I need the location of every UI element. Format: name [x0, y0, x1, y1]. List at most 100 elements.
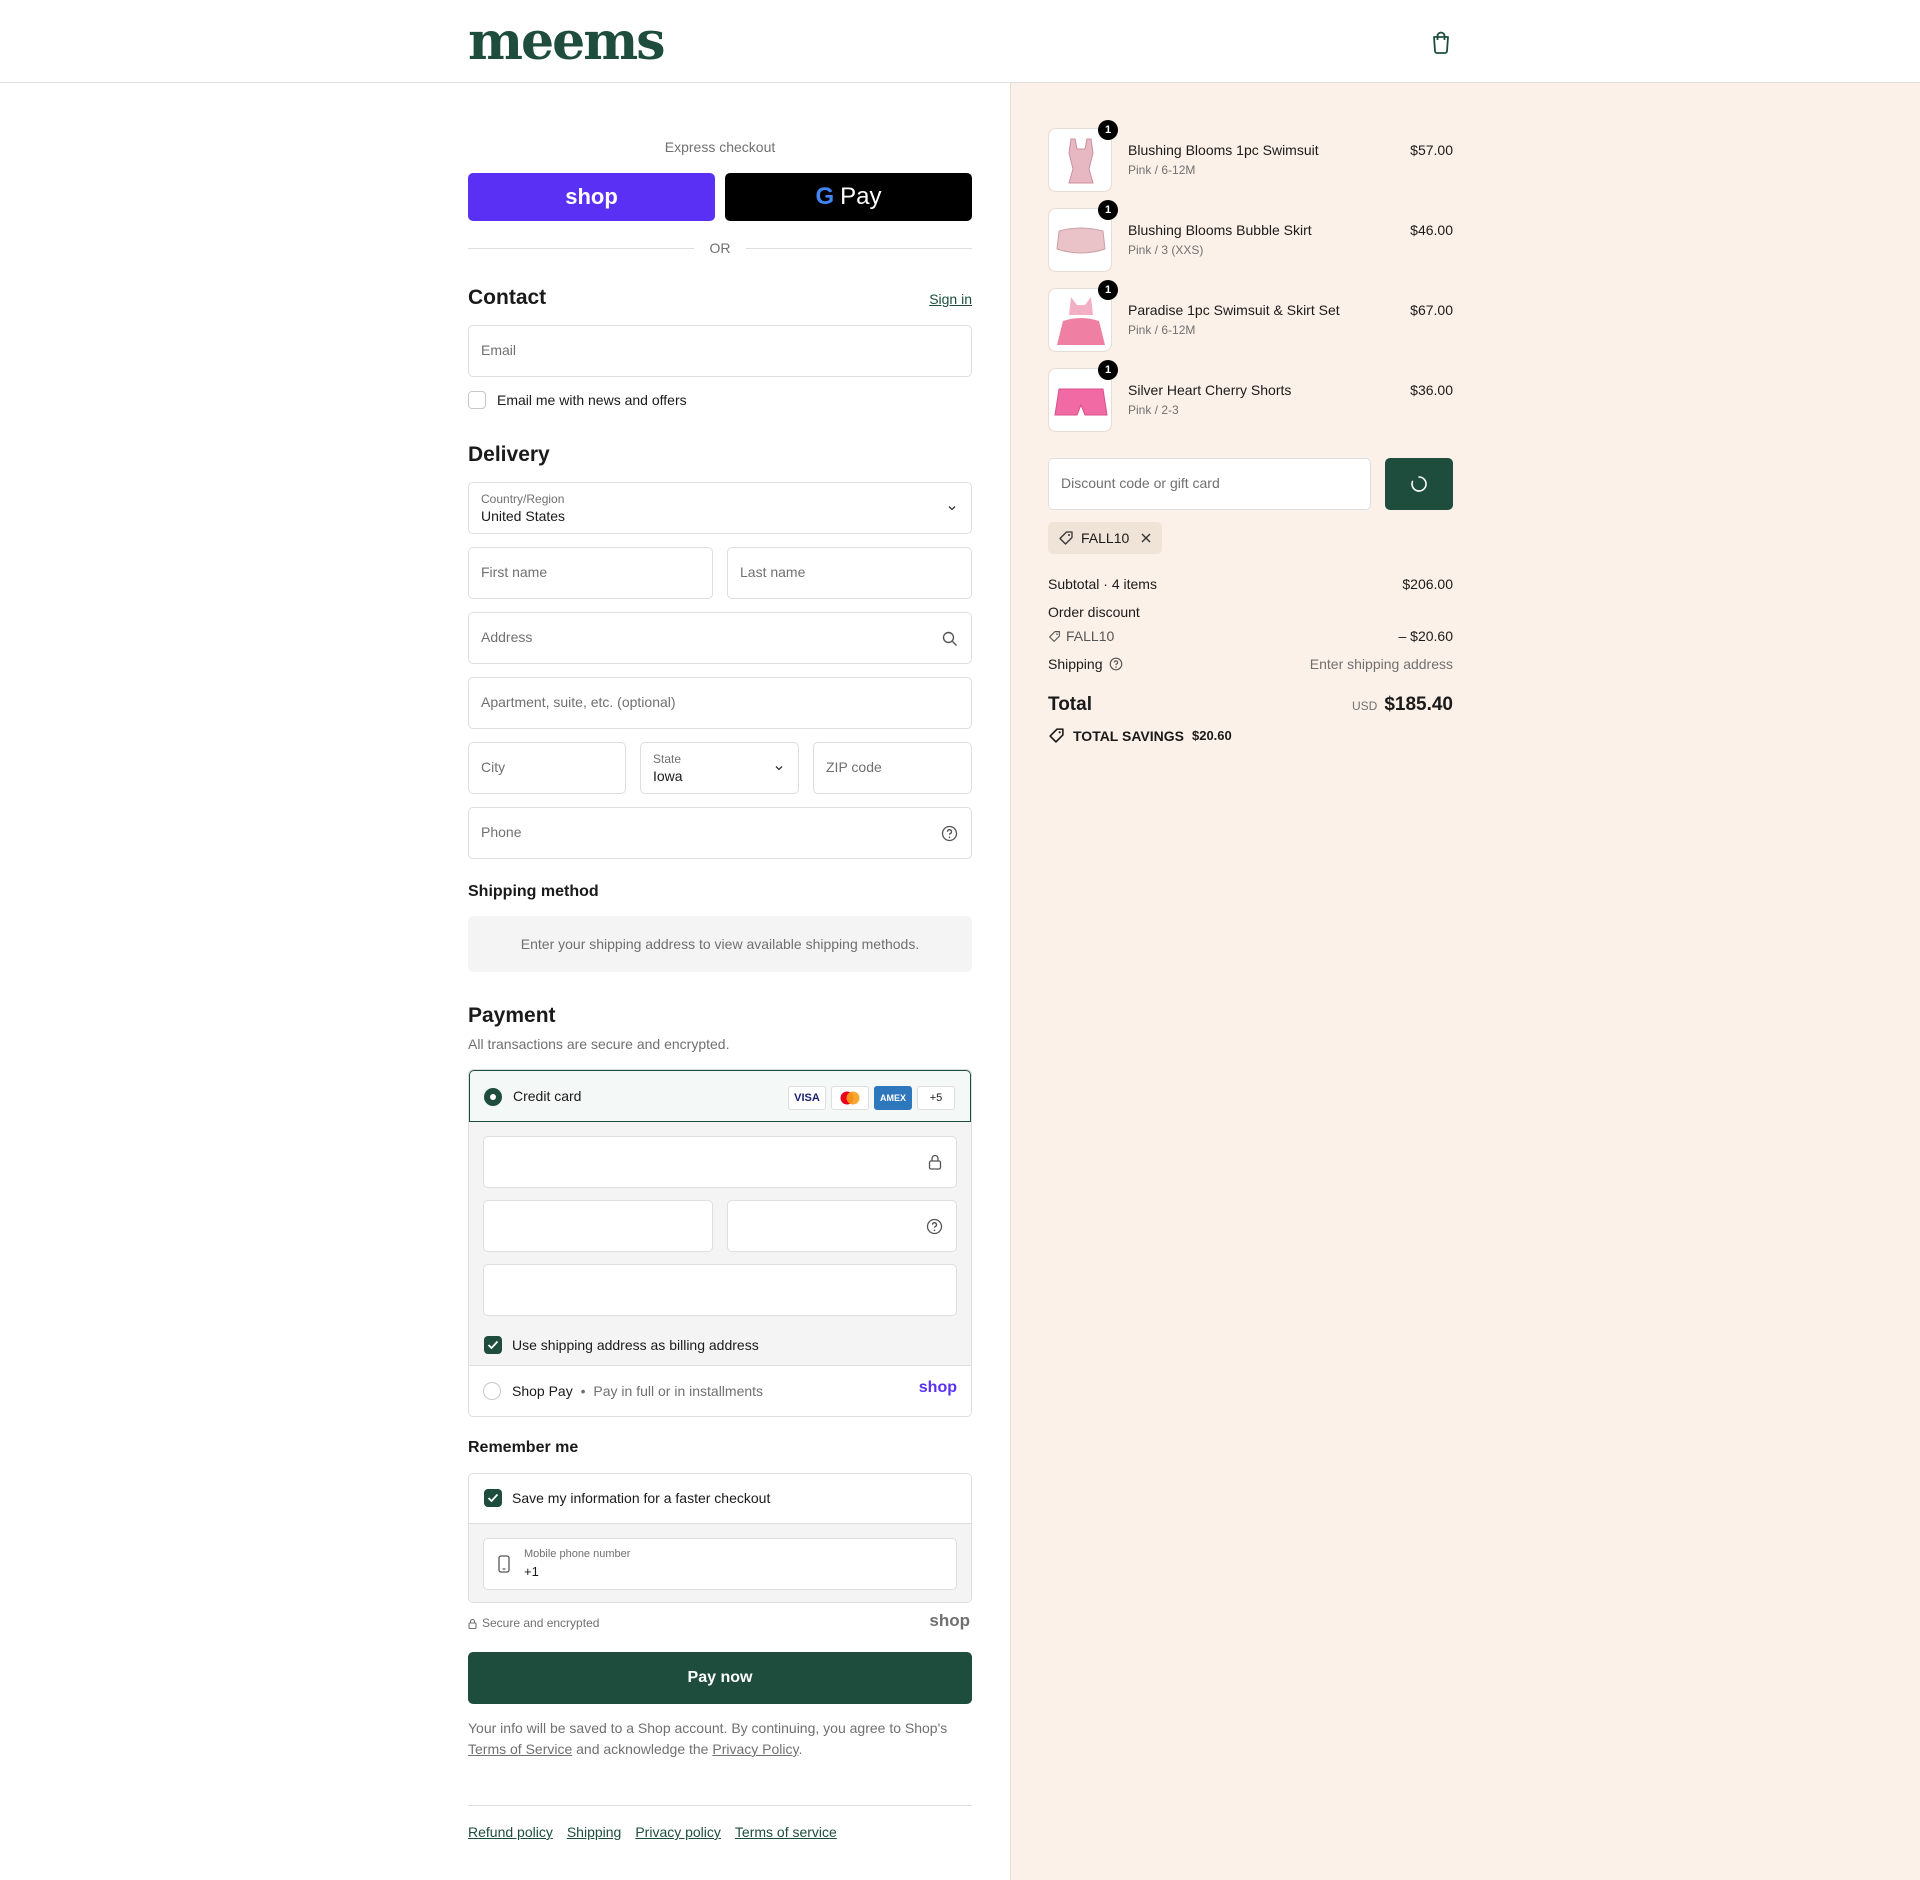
billing-same-checkbox[interactable] — [484, 1336, 502, 1354]
expiry-field[interactable] — [483, 1200, 713, 1252]
mobile-phone-label: Mobile phone number — [524, 1548, 631, 1560]
item-name: Blushing Blooms 1pc Swimsuit — [1128, 142, 1319, 158]
terms-of-service-link[interactable]: Terms of service — [735, 1824, 837, 1840]
shop-pay-separator: • — [580, 1383, 586, 1399]
state-select[interactable]: State Iowa — [640, 742, 799, 794]
credit-card-option[interactable]: Credit card VISA AMEX +5 — [469, 1070, 971, 1122]
mobile-phone-field[interactable]: Mobile phone number +1 — [483, 1538, 957, 1590]
discount-placeholder: Discount code or gift card — [1061, 475, 1220, 491]
payment-subtitle: All transactions are secure and encrypte… — [468, 1036, 730, 1052]
help-icon[interactable] — [926, 1218, 943, 1235]
shipping-value: Enter shipping address — [1309, 656, 1453, 672]
first-name-field[interactable]: First name — [468, 547, 713, 599]
shop-pay-logo: shop — [918, 1379, 957, 1396]
footer-links: Refund policy Shipping Privacy policy Te… — [468, 1824, 837, 1840]
address-field[interactable]: Address — [468, 612, 972, 664]
shipping-method-notice: Enter your shipping address to view avai… — [468, 916, 972, 972]
shop-pay-express-button[interactable]: shop — [468, 173, 715, 221]
applied-discount-code: FALL10 — [1081, 530, 1130, 546]
order-discount-label: Order discount — [1048, 604, 1140, 620]
shop-pay-radio[interactable] — [483, 1382, 501, 1400]
or-divider: OR — [468, 238, 972, 258]
loading-spinner-icon — [1411, 476, 1427, 492]
zip-placeholder: ZIP code — [826, 759, 882, 775]
lock-icon — [468, 1618, 477, 1629]
tag-icon — [1049, 630, 1060, 642]
phone-field[interactable]: Phone — [468, 807, 972, 859]
country-label: Country/Region — [481, 492, 565, 506]
shop-privacy-link[interactable]: Privacy Policy — [712, 1741, 798, 1757]
total-label: Total — [1048, 694, 1092, 715]
shipping-policy-link[interactable]: Shipping — [567, 1824, 622, 1840]
city-field[interactable]: City — [468, 742, 626, 794]
card-number-field[interactable] — [483, 1136, 957, 1188]
item-price: $67.00 — [1410, 302, 1453, 318]
shipping-label: Shipping — [1048, 656, 1103, 672]
help-icon[interactable] — [1109, 657, 1123, 671]
country-value: United States — [481, 508, 566, 524]
item-price: $36.00 — [1410, 382, 1453, 398]
express-checkout-title: Express checkout — [664, 139, 776, 155]
privacy-policy-link[interactable]: Privacy policy — [635, 1824, 721, 1840]
chevron-down-icon — [775, 766, 783, 771]
store-logo[interactable]: meems — [468, 14, 665, 70]
total-savings-label: TOTAL SAVINGS — [1073, 727, 1184, 744]
item-name: Blushing Blooms Bubble Skirt — [1128, 222, 1312, 238]
phone-placeholder: Phone — [481, 824, 522, 840]
country-select[interactable]: Country/Region United States — [468, 482, 972, 534]
first-name-placeholder: First name — [481, 564, 548, 580]
legal-end: . — [798, 1741, 803, 1757]
legal-text-2: and acknowledge the — [576, 1741, 709, 1757]
google-pay-button[interactable]: G Pay — [725, 173, 972, 221]
credit-card-radio[interactable] — [484, 1088, 502, 1106]
close-icon[interactable] — [1140, 532, 1152, 544]
total-value: $185.40 — [1384, 694, 1453, 715]
applied-discount-tag: FALL10 — [1048, 522, 1163, 554]
zip-field[interactable]: ZIP code — [813, 742, 972, 794]
shop-pay-label: shop — [565, 184, 618, 209]
order-discount-code-row: FALL10 – $20.60 — [1048, 628, 1453, 646]
or-text: OR — [709, 240, 731, 256]
city-placeholder: City — [481, 759, 506, 775]
last-name-field[interactable]: Last name — [727, 547, 972, 599]
email-field[interactable]: Email — [468, 325, 972, 377]
footer-divider — [468, 1805, 972, 1806]
item-variant: Pink / 2-3 — [1128, 403, 1179, 417]
apply-discount-button[interactable] — [1385, 458, 1453, 510]
google-pay-label: Pay — [840, 183, 882, 210]
shop-terms-link[interactable]: Terms of Service — [468, 1741, 572, 1757]
pay-now-button[interactable]: Pay now — [468, 1652, 972, 1704]
quantity-badge: 1 — [1098, 280, 1118, 300]
item-name: Paradise 1pc Swimsuit & Skirt Set — [1128, 302, 1340, 318]
billing-same-label: Use shipping address as billing address — [512, 1337, 759, 1353]
state-label: State — [653, 752, 682, 766]
security-code-field[interactable] — [727, 1200, 957, 1252]
news-offers-label: Email me with news and offers — [497, 392, 687, 408]
news-offers-checkbox[interactable] — [468, 391, 486, 409]
sign-in-link[interactable]: Sign in — [929, 291, 972, 307]
site-header: meems — [0, 0, 1920, 83]
apartment-field[interactable]: Apartment, suite, etc. (optional) — [468, 677, 972, 729]
item-price: $46.00 — [1410, 222, 1453, 238]
order-discount-code: FALL10 — [1066, 628, 1115, 644]
refund-policy-link[interactable]: Refund policy — [468, 1824, 553, 1840]
mobile-phone-icon — [498, 1555, 510, 1573]
currency-code: USD — [1351, 699, 1378, 713]
shop-pay-option-label: Shop Pay — [512, 1383, 573, 1399]
cart-item: 1 Blushing Blooms 1pc Swimsuit Pink / 6-… — [1048, 120, 1453, 194]
shopping-bag-icon[interactable] — [1430, 30, 1452, 54]
discount-code-field[interactable]: Discount code or gift card — [1048, 458, 1371, 510]
name-on-card-field[interactable] — [483, 1264, 957, 1316]
delivery-heading: Delivery — [468, 443, 550, 466]
quantity-badge: 1 — [1098, 120, 1118, 140]
payment-methods: Credit card VISA AMEX +5 Use shipping ad… — [468, 1069, 972, 1417]
save-info-checkbox[interactable] — [484, 1489, 502, 1507]
shop-pay-description: Pay in full or in installments — [593, 1383, 764, 1399]
item-name: Silver Heart Cherry Shorts — [1128, 382, 1292, 398]
lock-icon — [928, 1154, 942, 1170]
email-placeholder: Email — [481, 342, 517, 358]
shop-pay-option[interactable]: Shop Pay • Pay in full or in installment… — [469, 1366, 971, 1416]
contact-heading: Contact — [468, 286, 547, 309]
cart-item: 1 Paradise 1pc Swimsuit & Skirt Set Pink… — [1048, 280, 1453, 354]
help-icon[interactable] — [941, 825, 958, 842]
